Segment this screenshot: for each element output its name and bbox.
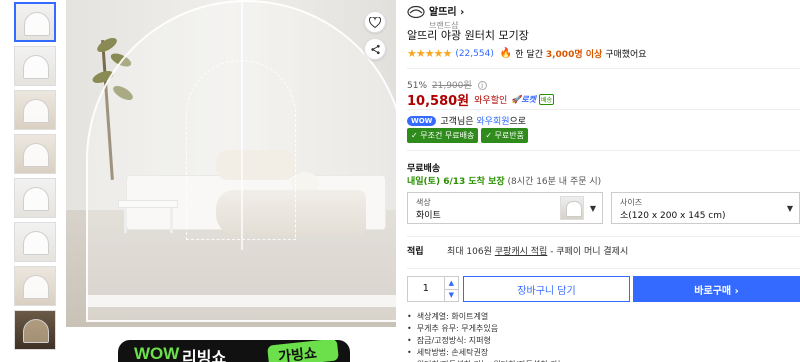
- quantity-down-button[interactable]: ▼: [445, 290, 458, 302]
- banner-wow-text: WOW: [134, 344, 180, 362]
- shipping-label: 무료배송: [407, 164, 441, 174]
- thumbnail-tent: [24, 12, 50, 36]
- add-to-cart-button[interactable]: 장바구니 담기: [463, 276, 630, 302]
- banner-title: 리빙쇼: [182, 348, 227, 362]
- brand-logo-icon: [407, 5, 425, 19]
- rocket-delivery-badge: 🚀로켓: [511, 95, 536, 104]
- wow-member-text: 와우회원: [476, 117, 510, 127]
- purchase-stat: 한 달간 3,000명 이상 구매했어요: [515, 50, 647, 60]
- share-icon: [370, 44, 380, 54]
- wow-discount-label: 와우할인: [474, 96, 508, 106]
- chevron-down-icon: ▼: [589, 204, 596, 213]
- spec-item: 색상계열: 화이트계열: [407, 311, 565, 323]
- thumbnail-tent: [23, 319, 49, 343]
- thumbnail-2[interactable]: [14, 46, 56, 86]
- quantity-up-button[interactable]: ▲: [444, 277, 458, 290]
- divider: [407, 68, 800, 69]
- color-option-thumbnail: [560, 196, 584, 220]
- coupang-cash-link[interactable]: 쿠팡캐시 적립: [495, 247, 548, 257]
- thumbnail-3[interactable]: [14, 90, 56, 130]
- spec-list: 색상계열: 화이트계열무게추 유무: 무게추있음잠금/고정방식: 지퍼형세탁방법…: [407, 311, 565, 362]
- divider: [407, 150, 800, 151]
- thumbnail-list: [14, 2, 58, 354]
- thumbnail-tent: [23, 231, 49, 255]
- product-title: 알뜨리 야광 원터치 모기장: [407, 29, 529, 42]
- size-option-value: 소(120 x 200 x 145 cm): [620, 211, 726, 221]
- divider: [407, 109, 800, 110]
- thumbnail-tent: [23, 143, 49, 167]
- thumbnail-tent: [23, 55, 49, 79]
- main-product-image[interactable]: [66, 0, 396, 327]
- fire-icon: 🔥: [499, 48, 513, 59]
- buy-now-button[interactable]: 바로구매 ›: [633, 276, 800, 302]
- benefit-chips: ✓ 무조건 무료배송 ✓ 무료반품: [407, 128, 531, 143]
- heart-icon: [369, 16, 381, 28]
- spec-item: 세탁방법: 손세탁권장: [407, 347, 565, 359]
- wow-badge: WOW: [407, 115, 437, 126]
- wishlist-button[interactable]: [364, 11, 386, 33]
- thumbnail-4[interactable]: [14, 134, 56, 174]
- free-return-chip: ✓ 무료반품: [481, 128, 528, 143]
- delivery-date-row: 내일(토) 6/13 도착 보장 (8시간 16분 내 주문 시): [407, 174, 601, 187]
- reward-row: 적립 최대 106원 쿠팡캐시 적립 - 쿠페이 머니 결제시: [407, 244, 628, 257]
- order-cutoff: (8시간 16분 내 주문 시): [507, 177, 602, 187]
- quantity-stepper[interactable]: 1 ▲ ▼: [407, 276, 459, 302]
- quantity-input[interactable]: 1: [408, 277, 445, 301]
- info-icon[interactable]: i: [477, 81, 487, 90]
- thumbnail-tent: [23, 187, 49, 211]
- review-count-link[interactable]: (22,554): [455, 49, 494, 59]
- size-option-label: 사이즈: [620, 198, 643, 207]
- thumbnail-1[interactable]: [14, 2, 56, 42]
- spec-item: 무게추 유무: 무게추있음: [407, 323, 565, 335]
- brand-name[interactable]: 알뜨리 ›: [429, 3, 464, 18]
- wow-suffix: 으로: [509, 117, 527, 127]
- divider: [407, 236, 800, 237]
- rating-stars: ★★★★★: [407, 47, 452, 60]
- reward-text: 최대 106원 쿠팡캐시 적립 - 쿠페이 머니 결제시: [447, 247, 629, 257]
- banner-badge: 가빙쇼: [267, 340, 339, 362]
- wow-living-banner[interactable]: WOW 리빙쇼 가빙쇼: [118, 340, 350, 362]
- free-shipping-chip: ✓ 무조건 무료배송: [407, 128, 479, 143]
- reward-label: 적립: [407, 247, 424, 257]
- spec-item: 잠금/고정방식: 지퍼형: [407, 335, 565, 347]
- rocket-tag: 배송: [538, 94, 555, 105]
- thumbnail-8[interactable]: [14, 310, 56, 350]
- divider: [407, 268, 800, 269]
- color-option-label: 색상: [416, 198, 431, 207]
- color-option-select[interactable]: 색상 화이트 ▼: [407, 192, 603, 224]
- sale-price: 10,580원: [407, 94, 470, 109]
- tent-door: [186, 60, 296, 240]
- color-option-value: 화이트: [416, 211, 441, 221]
- chevron-down-icon: ▼: [786, 204, 793, 213]
- price-row: 10,580원 와우할인 🚀로켓 배송: [407, 90, 555, 109]
- rating-row: ★★★★★ (22,554) 🔥 한 달간 3,000명 이상 구매했어요: [407, 47, 647, 60]
- thumbnail-tent: [23, 99, 49, 123]
- thumbnail-7[interactable]: [14, 266, 56, 306]
- wow-prefix: 고객님은: [440, 117, 474, 127]
- share-button[interactable]: [364, 38, 386, 60]
- thumbnail-tent: [23, 275, 49, 299]
- thumbnail-6[interactable]: [14, 222, 56, 262]
- delivery-date: 내일(토) 6/13 도착 보장: [407, 177, 505, 187]
- banner-badge-text: 가빙쇼: [277, 345, 318, 362]
- wow-member-row: WOW 고객님은 와우회원 으로: [407, 114, 526, 127]
- tent-base: [86, 295, 396, 307]
- thumbnail-5[interactable]: [14, 178, 56, 218]
- size-option-select[interactable]: 사이즈 소(120 x 200 x 145 cm) ▼: [611, 192, 800, 224]
